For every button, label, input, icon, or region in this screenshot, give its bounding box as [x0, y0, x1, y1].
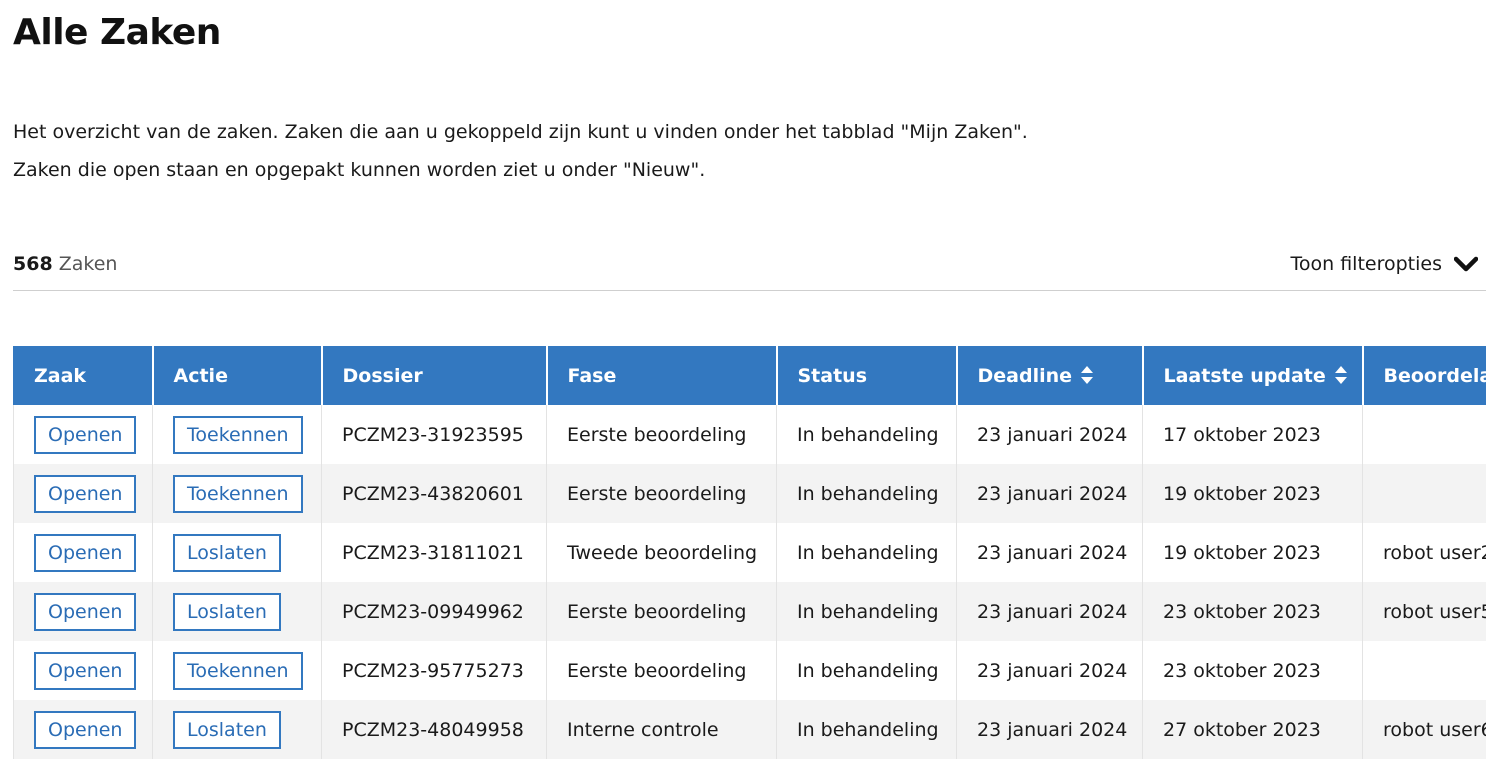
page-intro: Het overzicht van de zaken. Zaken die aa… — [13, 113, 1028, 189]
cell-deadline: 23 januari 2024 — [956, 641, 1143, 700]
cases-table: Zaak Actie Dossier Fase Status Deadline … — [13, 346, 1486, 759]
cell-actie: Toekennen — [152, 405, 322, 464]
cell-fase: Eerste beoordeling — [546, 464, 777, 523]
cell-actie: Toekennen — [152, 464, 322, 523]
cell-beoordelaar — [1362, 464, 1486, 523]
cell-zaak: Openen — [13, 464, 153, 523]
table-row: Openen Loslaten PCZM23-48049958 Interne … — [13, 700, 1486, 759]
results-summary-bar: 568 Zaken Toon filteropties — [13, 244, 1486, 291]
cell-laatste-update: 19 oktober 2023 — [1142, 523, 1363, 582]
cell-dossier: PCZM23-31923595 — [321, 405, 547, 464]
cell-zaak: Openen — [13, 582, 153, 641]
filter-options-label: Toon filteropties — [1290, 253, 1443, 275]
cell-dossier: PCZM23-43820601 — [321, 464, 547, 523]
open-case-button[interactable]: Openen — [34, 474, 137, 513]
open-case-button[interactable]: Openen — [34, 710, 137, 749]
cell-actie: Loslaten — [152, 523, 322, 582]
cell-fase: Interne controle — [546, 700, 777, 759]
cell-beoordelaar — [1362, 405, 1486, 464]
table-row: Openen Toekennen PCZM23-95775273 Eerste … — [13, 641, 1486, 700]
release-case-button[interactable]: Loslaten — [173, 710, 281, 749]
column-header-dossier: Dossier — [321, 346, 548, 405]
result-count-label: Zaken — [58, 253, 118, 275]
cell-deadline: 23 januari 2024 — [956, 523, 1143, 582]
chevron-down-icon — [1454, 256, 1478, 272]
open-case-button[interactable]: Openen — [34, 651, 137, 690]
cell-laatste-update: 23 oktober 2023 — [1142, 582, 1363, 641]
table-row: Openen Toekennen PCZM23-43820601 Eerste … — [13, 464, 1486, 523]
column-header-actie: Actie — [152, 346, 323, 405]
cell-status: In behandeling — [776, 582, 957, 641]
cases-table-container[interactable]: Zaak Actie Dossier Fase Status Deadline … — [13, 346, 1486, 759]
cell-status: In behandeling — [776, 464, 957, 523]
cell-deadline: 23 januari 2024 — [956, 582, 1143, 641]
open-case-button[interactable]: Openen — [34, 592, 137, 631]
cell-dossier: PCZM23-09949962 — [321, 582, 547, 641]
cell-zaak: Openen — [13, 523, 153, 582]
result-count: 568 Zaken — [13, 251, 117, 277]
table-header-row: Zaak Actie Dossier Fase Status Deadline … — [13, 346, 1486, 405]
cell-deadline: 23 januari 2024 — [956, 700, 1143, 759]
cell-laatste-update: 27 oktober 2023 — [1142, 700, 1363, 759]
page-title: Alle Zaken — [13, 12, 221, 53]
cell-fase: Eerste beoordeling — [546, 582, 777, 641]
column-header-laatste-update-label: Laatste update — [1163, 364, 1326, 387]
column-header-deadline-label: Deadline — [977, 364, 1073, 387]
cell-fase: Eerste beoordeling — [546, 405, 777, 464]
column-header-beoordelaar: Beoordelaar — [1362, 346, 1486, 405]
cell-status: In behandeling — [776, 641, 957, 700]
cell-zaak: Openen — [13, 700, 153, 759]
cell-dossier: PCZM23-95775273 — [321, 641, 547, 700]
cell-status: In behandeling — [776, 405, 957, 464]
intro-line-2: Zaken die open staan en opgepakt kunnen … — [13, 159, 706, 181]
table-row: Openen Loslaten PCZM23-09949962 Eerste b… — [13, 582, 1486, 641]
release-case-button[interactable]: Loslaten — [173, 533, 281, 572]
release-case-button[interactable]: Loslaten — [173, 592, 281, 631]
filter-options-toggle[interactable]: Toon filteropties — [1290, 251, 1478, 277]
cell-zaak: Openen — [13, 641, 153, 700]
cell-deadline: 23 januari 2024 — [956, 405, 1143, 464]
result-count-number: 568 — [13, 253, 53, 275]
cell-beoordelaar — [1362, 641, 1486, 700]
cell-actie: Loslaten — [152, 700, 322, 759]
cell-status: In behandeling — [776, 700, 957, 759]
assign-case-button[interactable]: Toekennen — [173, 415, 303, 454]
cell-fase: Tweede beoordeling — [546, 523, 777, 582]
cell-dossier: PCZM23-31811021 — [321, 523, 547, 582]
cell-beoordelaar: robot user2 — [1362, 523, 1486, 582]
cell-dossier: PCZM23-48049958 — [321, 700, 547, 759]
intro-line-1: Het overzicht van de zaken. Zaken die aa… — [13, 121, 1028, 143]
cell-laatste-update: 17 oktober 2023 — [1142, 405, 1363, 464]
cell-actie: Toekennen — [152, 641, 322, 700]
assign-case-button[interactable]: Toekennen — [173, 474, 303, 513]
table-row: Openen Loslaten PCZM23-31811021 Tweede b… — [13, 523, 1486, 582]
cell-actie: Loslaten — [152, 582, 322, 641]
cell-deadline: 23 januari 2024 — [956, 464, 1143, 523]
cell-laatste-update: 23 oktober 2023 — [1142, 641, 1363, 700]
open-case-button[interactable]: Openen — [34, 533, 137, 572]
column-header-laatste-update[interactable]: Laatste update — [1142, 346, 1364, 405]
table-row: Openen Toekennen PCZM23-31923595 Eerste … — [13, 405, 1486, 464]
cell-status: In behandeling — [776, 523, 957, 582]
assign-case-button[interactable]: Toekennen — [173, 651, 303, 690]
column-header-fase: Fase — [546, 346, 778, 405]
column-header-deadline[interactable]: Deadline — [956, 346, 1144, 405]
column-header-zaak: Zaak — [13, 346, 154, 405]
cell-laatste-update: 19 oktober 2023 — [1142, 464, 1363, 523]
cell-beoordelaar: robot user6 — [1362, 700, 1486, 759]
sort-icon — [1081, 365, 1094, 384]
column-header-status: Status — [776, 346, 958, 405]
cell-zaak: Openen — [13, 405, 153, 464]
cell-fase: Eerste beoordeling — [546, 641, 777, 700]
open-case-button[interactable]: Openen — [34, 415, 137, 454]
sort-icon — [1334, 365, 1347, 384]
cell-beoordelaar: robot user5 — [1362, 582, 1486, 641]
